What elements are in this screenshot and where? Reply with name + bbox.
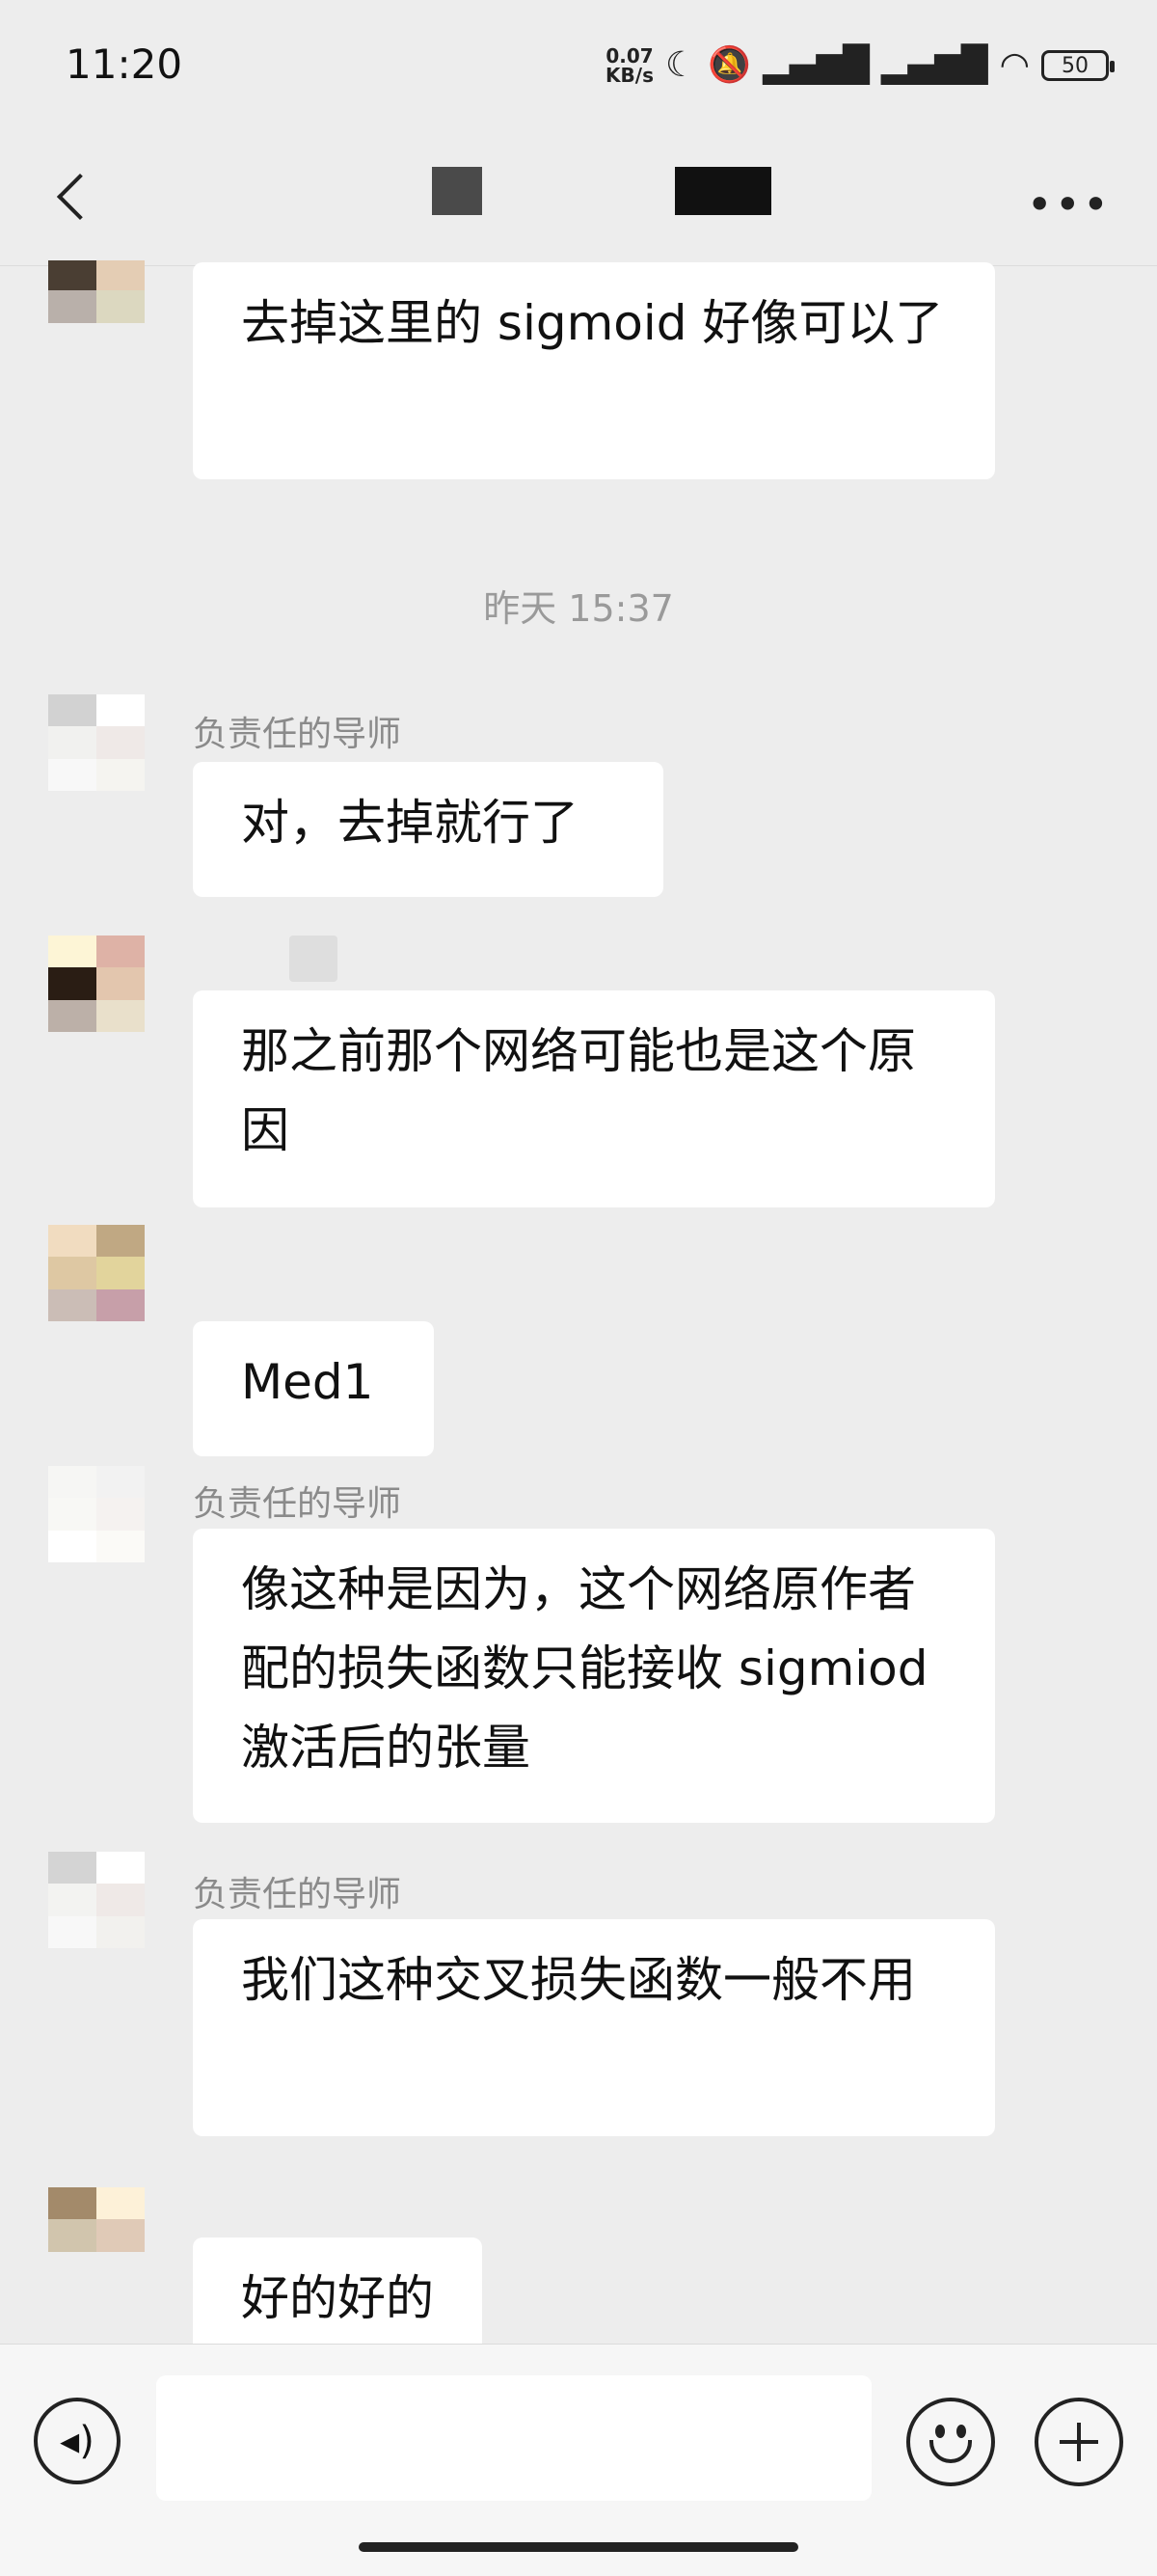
home-indicator[interactable]	[359, 2542, 798, 2552]
moon-icon: ☾	[664, 45, 697, 85]
input-bar: ◂)	[0, 2344, 1157, 2576]
mute-bell-icon: 🔕	[708, 45, 752, 85]
emoji-mouth	[929, 2440, 972, 2463]
sender-name: 负责任的导师	[193, 1484, 402, 1524]
wifi-icon: ◠	[999, 45, 1030, 85]
message-bubble[interactable]: Med1	[193, 1321, 434, 1456]
network-speed-value: 0.07	[605, 44, 654, 68]
battery-level: 50	[1062, 53, 1089, 78]
message-text: 去掉这里的 sigmoid 好像可以了	[241, 295, 944, 351]
message-bubble[interactable]: 对，去掉就行了	[193, 762, 663, 897]
sender-name: 负责任的导师	[193, 1875, 402, 1914]
message-text: 我们这种交叉损失函数一般不用	[241, 1952, 916, 2008]
message-bubble[interactable]: 像这种是因为，这个网络原作者配的损失函数只能接收 sigmiod 激活后的张量	[193, 1529, 995, 1823]
avatar[interactable]	[48, 1852, 145, 1948]
avatar[interactable]	[48, 1466, 145, 1562]
chat-title-redacted-2	[675, 167, 771, 215]
message-bubble[interactable]: 那之前那个网络可能也是这个原因	[193, 990, 995, 1207]
emoji-eye-left	[935, 2425, 945, 2438]
network-speed: 0.07 KB/s	[605, 46, 654, 85]
voice-icon[interactable]: ◂)	[34, 2398, 121, 2484]
message-bubble[interactable]: 去掉这里的 sigmoid 好像可以了	[193, 262, 995, 479]
avatar[interactable]	[48, 2187, 145, 2284]
emoji-icon[interactable]	[906, 2398, 995, 2486]
network-speed-unit: KB/s	[605, 64, 654, 87]
signal-icon-2: ▂▄▆█	[880, 45, 988, 85]
message-text: 像这种是因为，这个网络原作者配的损失函数只能接收 sigmiod 激活后的张量	[241, 1561, 928, 1776]
chat-title-redacted-1	[432, 167, 482, 215]
message-text: 好的好的	[241, 2270, 434, 2326]
status-bar: 11:20 0.07 KB/s ☾ 🔕 ▂▄▆█ ▂▄▆█ ◠ 50	[0, 0, 1157, 130]
avatar[interactable]	[48, 694, 145, 791]
emoji-eye-right	[956, 2425, 966, 2438]
avatar[interactable]	[48, 260, 145, 355]
battery-icon: 50	[1041, 50, 1115, 81]
signal-icon: ▂▄▆█	[763, 45, 870, 85]
message-input[interactable]	[156, 2375, 872, 2501]
back-icon[interactable]	[50, 159, 108, 236]
message-timestamp: 昨天 15:37	[483, 587, 674, 630]
plus-icon[interactable]	[1035, 2398, 1123, 2486]
message-text: 对，去掉就行了	[241, 795, 578, 851]
sender-name: 负责任的导师	[193, 715, 402, 754]
status-icons: 0.07 KB/s ☾ 🔕 ▂▄▆█ ▂▄▆█ ◠ 50	[605, 39, 1115, 93]
more-icon[interactable]: •••	[1027, 178, 1111, 230]
avatar[interactable]	[48, 935, 145, 1032]
avatar[interactable]	[48, 1225, 145, 1321]
redacted-name	[289, 935, 337, 982]
message-text: 那之前那个网络可能也是这个原因	[241, 1023, 916, 1158]
chat-messages[interactable]: 去掉这里的 sigmoid 好像可以了 昨天 15:37 负责任的导师 对，去掉…	[0, 260, 1157, 2344]
message-bubble[interactable]: 好的好的	[193, 2237, 482, 2344]
chat-header: •••	[0, 130, 1157, 266]
message-bubble[interactable]: 我们这种交叉损失函数一般不用	[193, 1919, 995, 2136]
status-time: 11:20	[66, 41, 183, 88]
message-text: Med1	[241, 1354, 374, 1410]
